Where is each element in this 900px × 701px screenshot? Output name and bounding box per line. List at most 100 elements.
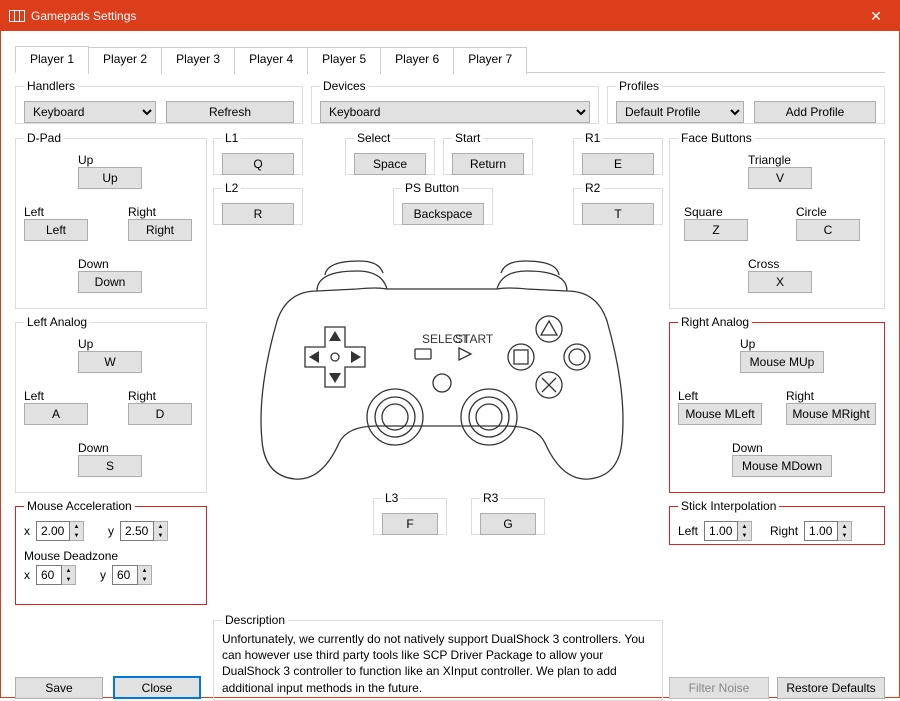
dpad-up-label: Up <box>78 153 142 167</box>
ra-left-button[interactable]: Mouse MLeft <box>678 403 762 425</box>
stick-right-stepper[interactable]: ▲▼ <box>838 521 852 541</box>
dpad-right-button[interactable]: Right <box>128 219 192 241</box>
psbutton-group: PS Button Backspace <box>393 181 493 225</box>
stick-left-label: Left <box>678 524 698 538</box>
tab-player-7[interactable]: Player 7 <box>453 47 527 74</box>
select-button[interactable]: Space <box>354 153 426 175</box>
l1-button[interactable]: Q <box>222 153 294 175</box>
ra-up-label: Up <box>740 337 824 351</box>
l2-legend: L2 <box>222 181 241 195</box>
triangle-button[interactable]: V <box>748 167 812 189</box>
accel-y-stepper[interactable]: ▲▼ <box>154 521 168 541</box>
tab-player-3[interactable]: Player 3 <box>161 47 235 74</box>
dpad-right-label: Right <box>128 205 192 219</box>
circle-button[interactable]: C <box>796 219 860 241</box>
ra-down-button[interactable]: Mouse MDown <box>732 455 832 477</box>
left-analog-legend: Left Analog <box>24 315 90 329</box>
right-analog-legend: Right Analog <box>678 315 752 329</box>
description-group: Description Unfortunately, we currently … <box>213 613 663 701</box>
la-down-label: Down <box>78 441 142 455</box>
filter-noise-button: Filter Noise <box>669 677 769 699</box>
svg-start-label: START <box>455 332 494 346</box>
dpad-down-label: Down <box>78 257 142 271</box>
stick-left-stepper[interactable]: ▲▼ <box>738 521 752 541</box>
close-icon[interactable]: ✕ <box>853 1 899 31</box>
start-group: Start Return <box>443 131 533 175</box>
dead-x-stepper[interactable]: ▲▼ <box>62 565 76 585</box>
face-legend: Face Buttons <box>678 131 755 145</box>
cross-button[interactable]: X <box>748 271 812 293</box>
ra-left-label: Left <box>678 389 762 403</box>
devices-select[interactable]: Keyboard <box>320 101 590 123</box>
ra-right-label: Right <box>786 389 876 403</box>
tab-player-4[interactable]: Player 4 <box>234 47 308 74</box>
la-right-label: Right <box>128 389 192 403</box>
r2-legend: R2 <box>582 181 603 195</box>
accel-y-label: y <box>108 524 114 538</box>
triangle-label: Triangle <box>748 153 812 167</box>
dead-y-label: y <box>100 568 106 582</box>
mouse-dead-legend: Mouse Deadzone <box>24 549 198 563</box>
r1-group: R1 E <box>573 131 663 175</box>
la-right-button[interactable]: D <box>128 403 192 425</box>
ra-down-label: Down <box>732 441 832 455</box>
devices-legend: Devices <box>320 79 369 93</box>
ra-right-button[interactable]: Mouse MRight <box>786 403 876 425</box>
l2-button[interactable]: R <box>222 203 294 225</box>
tab-player-1[interactable]: Player 1 <box>15 46 89 73</box>
la-down-button[interactable]: S <box>78 455 142 477</box>
r1-button[interactable]: E <box>582 153 654 175</box>
l3-group: L3 F <box>373 491 447 535</box>
devices-group: Devices Keyboard <box>311 79 599 124</box>
l3-button[interactable]: F <box>382 513 438 535</box>
dpad-down-button[interactable]: Down <box>78 271 142 293</box>
window-title: Gamepads Settings <box>31 9 853 23</box>
tab-player-6[interactable]: Player 6 <box>380 47 454 74</box>
psbutton-button[interactable]: Backspace <box>402 203 484 225</box>
add-profile-button[interactable]: Add Profile <box>754 101 876 123</box>
refresh-button[interactable]: Refresh <box>166 101 294 123</box>
r2-button[interactable]: T <box>582 203 654 225</box>
psbutton-legend: PS Button <box>402 181 462 195</box>
r2-group: R2 T <box>573 181 663 225</box>
dead-x-input[interactable] <box>36 565 62 585</box>
la-left-button[interactable]: A <box>24 403 88 425</box>
close-button[interactable]: Close <box>113 676 201 699</box>
restore-defaults-button[interactable]: Restore Defaults <box>777 677 885 699</box>
dpad-legend: D-Pad <box>24 131 64 145</box>
dpad-left-label: Left <box>24 205 88 219</box>
la-left-label: Left <box>24 389 88 403</box>
r3-group: R3 G <box>471 491 545 535</box>
r3-legend: R3 <box>480 491 501 505</box>
titlebar: Gamepads Settings ✕ <box>1 1 899 31</box>
profiles-group: Profiles Default Profile Add Profile <box>607 79 885 124</box>
tab-player-2[interactable]: Player 2 <box>88 47 162 74</box>
handlers-legend: Handlers <box>24 79 78 93</box>
accel-x-stepper[interactable]: ▲▼ <box>70 521 84 541</box>
dead-y-stepper[interactable]: ▲▼ <box>138 565 152 585</box>
save-button[interactable]: Save <box>15 677 103 699</box>
square-button[interactable]: Z <box>684 219 748 241</box>
dead-y-input[interactable] <box>112 565 138 585</box>
stick-right-input[interactable] <box>804 521 838 541</box>
accel-y-input[interactable] <box>120 521 154 541</box>
stick-left-input[interactable] <box>704 521 738 541</box>
start-button[interactable]: Return <box>452 153 524 175</box>
r3-button[interactable]: G <box>480 513 536 535</box>
dpad-up-button[interactable]: Up <box>78 167 142 189</box>
profiles-select[interactable]: Default Profile <box>616 101 744 123</box>
l1-legend: L1 <box>222 131 241 145</box>
square-label: Square <box>684 205 748 219</box>
description-legend: Description <box>222 613 288 627</box>
dpad-left-button[interactable]: Left <box>24 219 88 241</box>
ra-up-button[interactable]: Mouse MUp <box>740 351 824 373</box>
cross-label: Cross <box>748 257 812 271</box>
accel-x-input[interactable] <box>36 521 70 541</box>
l1-group: L1 Q <box>213 131 303 175</box>
la-up-button[interactable]: W <box>78 351 142 373</box>
mouse-settings-group: Mouse Acceleration x ▲▼ y ▲▼ Mouse Deadz… <box>15 499 207 605</box>
tab-player-5[interactable]: Player 5 <box>307 47 381 74</box>
l2-group: L2 R <box>213 181 303 225</box>
stick-interpolation-group: Stick Interpolation Left ▲▼ Right ▲▼ <box>669 499 885 545</box>
handlers-select[interactable]: Keyboard <box>24 101 156 123</box>
